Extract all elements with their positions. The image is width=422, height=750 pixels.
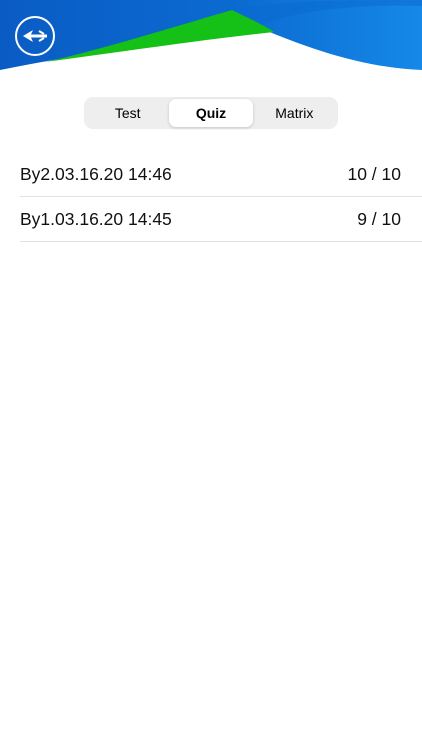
list-item[interactable]: By2.03.16.20 14:46 10 / 10	[20, 153, 422, 197]
tab-matrix[interactable]: Matrix	[253, 99, 336, 127]
result-score: 10 / 10	[347, 164, 401, 184]
result-title: By1.03.16.20 14:45	[20, 208, 172, 229]
tab-test[interactable]: Test	[86, 99, 169, 127]
back-button[interactable]	[15, 16, 55, 56]
tab-quiz[interactable]: Quiz	[169, 99, 253, 127]
header-banner	[0, 0, 422, 80]
result-score: 9 / 10	[357, 208, 401, 229]
results-list: By2.03.16.20 14:46 10 / 10 By1.03.16.20 …	[20, 153, 422, 242]
result-title: By2.03.16.20 14:46	[20, 164, 172, 184]
back-arrow-icon	[23, 30, 47, 42]
list-item[interactable]: By1.03.16.20 14:45 9 / 10	[20, 197, 422, 242]
segmented-control: Test Quiz Matrix	[84, 97, 338, 129]
header-wave-graphic	[0, 0, 422, 70]
